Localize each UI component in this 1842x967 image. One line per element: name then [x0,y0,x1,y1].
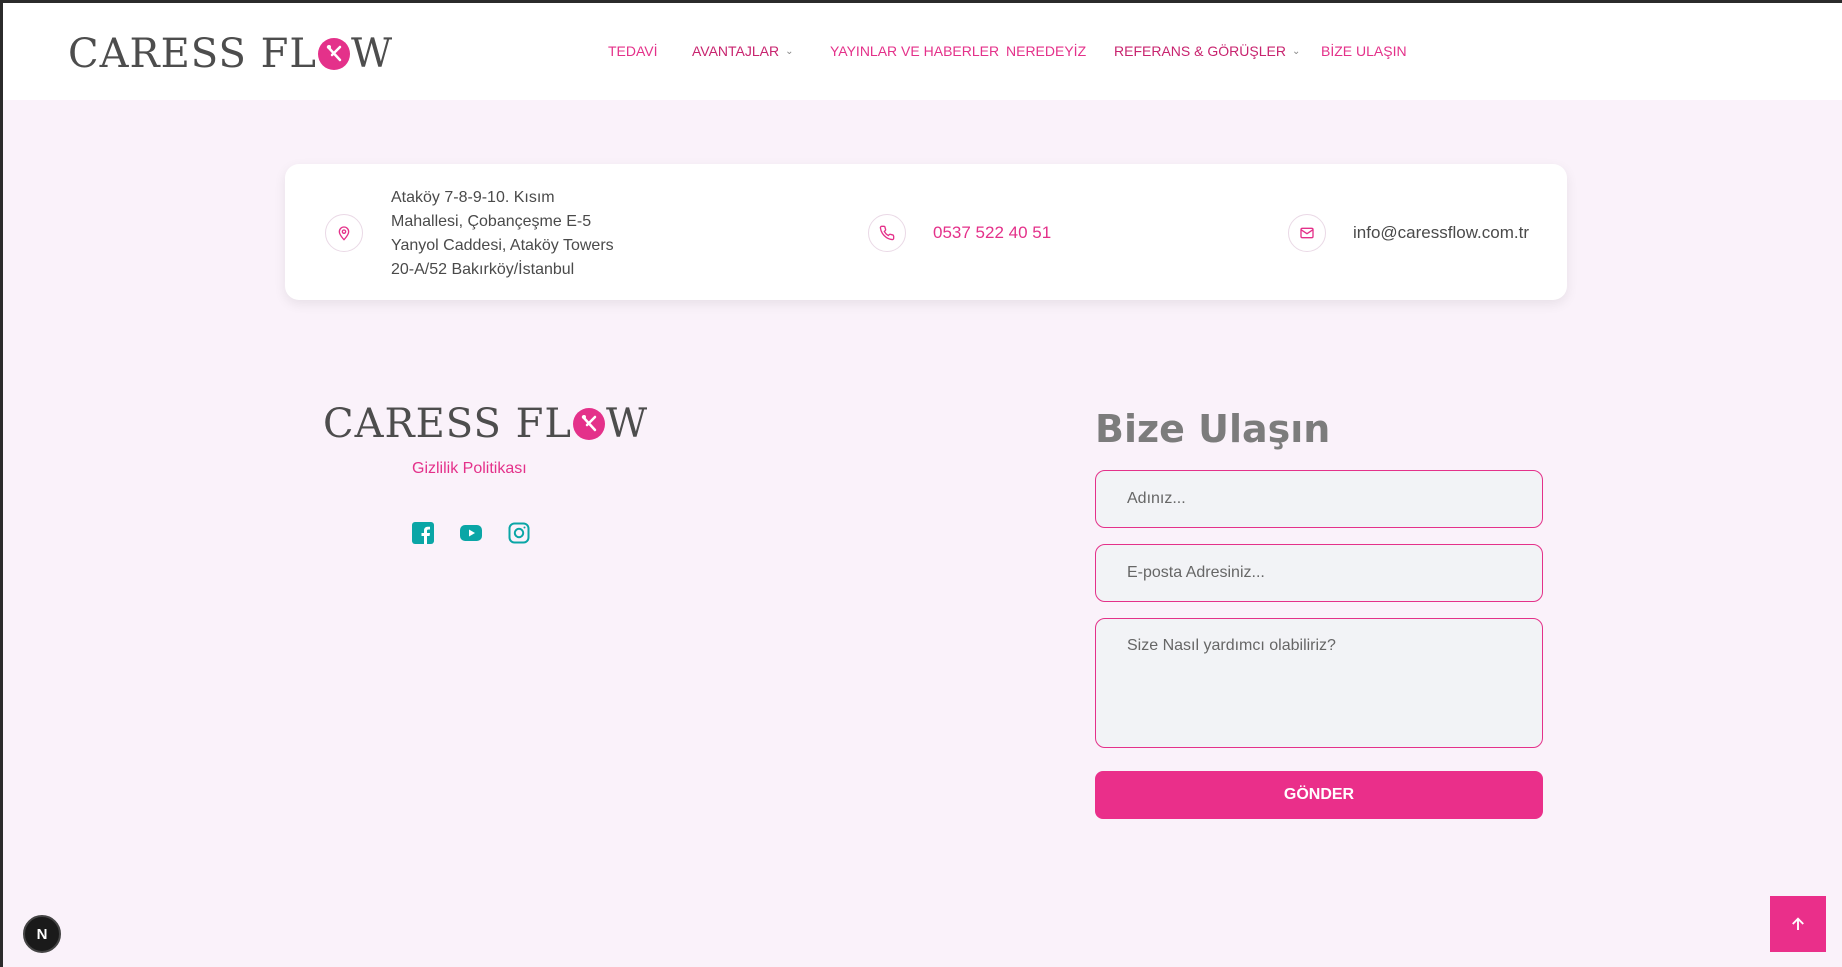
youtube-icon[interactable] [459,521,483,545]
site-header: CARESS FL W TEDAVİ AVANTAJLAR ⌄ YAYINLAR… [3,3,1842,100]
nav-label: TEDAVİ [608,43,658,59]
phone-icon [868,214,906,252]
instagram-icon[interactable] [507,521,531,545]
logo-text-start: CARESS FL [323,401,572,447]
footer-logo[interactable]: CARESS FL W [323,401,648,447]
nav-item-referans[interactable]: REFERANS & GÖRÜŞLER ⌄ [1114,43,1300,59]
chevron-down-icon: ⌄ [785,45,794,57]
address-line: Yanyol Caddesi, Ataköy Towers [391,237,614,254]
mail-icon [1288,214,1326,252]
email-input[interactable]: E-posta Adresiniz... [1095,544,1543,602]
nav-label: YAYINLAR VE HABERLER [830,43,1000,59]
privacy-policy-link[interactable]: Gizlilik Politikası [412,460,527,478]
nav-item-bize-ulasin[interactable]: BİZE ULAŞIN [1321,43,1407,59]
address-line: Ataköy 7-8-9-10. Kısım [391,189,555,206]
nav-item-neredeyiz[interactable]: NEREDEYİZ [1006,43,1086,59]
message-textarea[interactable]: Size Nasıl yardımcı olabiliriz? [1095,618,1543,748]
logo-text-start: CARESS FL [68,31,317,77]
next-dev-badge[interactable]: N [23,915,61,953]
logo-o-mark-icon [572,408,605,440]
nav-item-avantajlar[interactable]: AVANTAJLAR ⌄ [692,43,794,59]
address-block: Ataköy 7-8-9-10. Kısım Mahallesi, Çobanç… [391,186,651,282]
name-input[interactable]: Adınız... [1095,470,1543,528]
logo-text-end: W [350,31,394,77]
header-logo[interactable]: CARESS FL W [68,31,393,77]
location-pin-icon [325,214,363,252]
contact-info-card: Ataköy 7-8-9-10. Kısım Mahallesi, Çobanç… [285,164,1567,300]
contact-form-title: Bize Ulaşın [1095,407,1331,451]
phone-link[interactable]: 0537 522 40 51 [933,223,1051,243]
nav-item-tedavi[interactable]: TEDAVİ [608,43,658,59]
address-line: Mahallesi, Çobançeşme E-5 [391,213,592,230]
nav-label: REFERANS & GÖRÜŞLER [1114,43,1286,59]
submit-button[interactable]: GÖNDER [1095,771,1543,819]
email-link[interactable]: info@caressflow.com.tr [1353,223,1529,243]
nav-label: BİZE ULAŞIN [1321,43,1407,59]
nav-label: AVANTAJLAR [692,43,780,59]
nav-label: NEREDEYİZ [1006,43,1087,59]
nav-item-yayinlar[interactable]: YAYINLAR VE HABERLER [830,43,999,59]
address-line: 20-A/52 Bakırköy/İstanbul [391,261,575,278]
scroll-to-top-button[interactable] [1770,896,1826,952]
logo-text-end: W [605,401,649,447]
facebook-icon[interactable] [411,521,435,545]
arrow-up-icon [1792,917,1804,930]
chevron-down-icon: ⌄ [1291,45,1301,57]
logo-o-mark-icon [317,38,350,70]
